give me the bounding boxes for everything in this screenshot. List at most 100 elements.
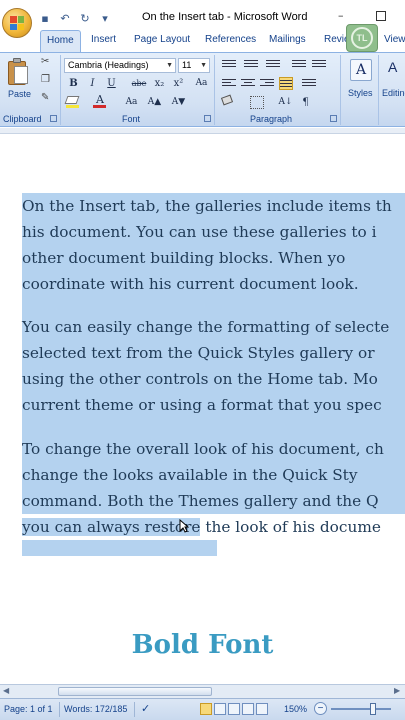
subscript-button[interactable]: x₂ (152, 76, 167, 91)
ribbon-tabs: Home Insert Page Layout References Maili… (0, 30, 405, 52)
paragraph-launcher-icon[interactable] (330, 115, 337, 122)
paste-button[interactable]: Paste (8, 89, 31, 99)
ribbon: Paste ✂ ❐ ✎ Clipboard Cambria (Headings)… (0, 52, 405, 127)
text-line: his document. You can use these gallerie… (22, 223, 377, 241)
tab-insert[interactable]: Insert (91, 34, 116, 45)
editing-button[interactable]: Editing (382, 88, 405, 98)
decrease-indent-icon[interactable] (292, 58, 306, 71)
text-line: change the looks available in the Quick … (22, 462, 405, 488)
channel-logo-initials: TL (351, 27, 373, 49)
page-count[interactable]: Page: 1 of 1 (4, 704, 53, 714)
document-page[interactable]: On the Insert tab, the galleries include… (0, 134, 405, 684)
tab-view[interactable]: View (384, 34, 405, 45)
italic-button[interactable]: I (85, 76, 100, 91)
text-line: coordinate with his current document loo… (22, 275, 359, 293)
zoom-level[interactable]: 150% (284, 704, 307, 714)
redo-icon[interactable]: ↻ (78, 12, 92, 26)
tab-references[interactable]: References (205, 34, 256, 45)
selection-gap (22, 418, 405, 436)
customize-toolbar-icon[interactable]: ▾ (98, 12, 112, 26)
align-left-icon[interactable] (222, 77, 236, 90)
increase-indent-icon[interactable] (312, 58, 326, 71)
window-title: On the Insert tab - Microsoft Word (142, 11, 308, 23)
multilevel-list-icon[interactable] (266, 58, 280, 71)
text-line: selected text from the Quick Styles gall… (22, 344, 375, 362)
cut-icon[interactable]: ✂ (41, 56, 49, 67)
styles-button[interactable]: Styles (348, 88, 373, 98)
horizontal-scrollbar[interactable]: ◀ ▶ (0, 684, 405, 698)
web-layout-icon[interactable] (228, 703, 240, 715)
numbering-icon[interactable] (244, 58, 258, 71)
font-color-icon[interactable]: A (93, 94, 107, 108)
superscript-button[interactable]: x² (171, 76, 186, 91)
borders-icon[interactable] (250, 96, 264, 109)
find-icon[interactable]: A (388, 59, 405, 81)
tab-mailings[interactable]: Mailings (269, 34, 306, 45)
shrink-font-button[interactable]: A▼ (171, 95, 186, 110)
highlight-color-bar (66, 105, 79, 108)
show-marks-button[interactable]: ¶ (298, 95, 313, 110)
justify-icon[interactable] (279, 77, 293, 90)
draft-icon[interactable] (256, 703, 268, 715)
title-bar: ▪ ↶ ↻ ▾ On the Insert tab - Microsoft Wo… (0, 0, 405, 38)
grow-font-button[interactable]: A▲ (147, 95, 162, 110)
format-painter-icon[interactable]: ✎ (41, 92, 49, 103)
zoom-slider[interactable] (331, 708, 391, 710)
bold-button[interactable]: B (66, 76, 81, 91)
selection-gap (22, 297, 405, 314)
shading-icon[interactable] (220, 94, 236, 109)
font-size-box[interactable]: 11 ▼ (178, 58, 210, 73)
selection-tail (22, 540, 217, 556)
paragraph-3[interactable]: To change the overall look of his docume… (22, 436, 405, 540)
full-screen-reading-icon[interactable] (214, 703, 226, 715)
proofing-icon[interactable]: ✓ (141, 702, 150, 715)
copy-icon[interactable]: ❐ (41, 74, 50, 85)
underline-button[interactable]: U (104, 76, 119, 91)
sort-button[interactable]: A↓ (278, 95, 293, 110)
align-right-icon[interactable] (260, 77, 274, 90)
print-layout-icon[interactable] (200, 703, 212, 715)
channel-logo: TL (346, 24, 378, 52)
paste-icon[interactable] (8, 58, 30, 86)
font-size-value: 11 (182, 60, 192, 70)
font-name-box[interactable]: Cambria (Headings) ▼ (64, 58, 176, 73)
chevron-down-icon: ▼ (200, 62, 207, 69)
quick-access-toolbar: ▪ ↶ ↻ ▾ (38, 12, 112, 26)
zoom-out-button[interactable]: − (314, 702, 327, 715)
font-launcher-icon[interactable] (204, 115, 211, 122)
strikethrough-button[interactable]: abe (130, 76, 148, 91)
text-line: other document building blocks. When yo (22, 249, 346, 267)
office-button[interactable] (2, 8, 32, 38)
word-count[interactable]: Words: 172/185 (64, 704, 127, 714)
styles-icon[interactable]: A (350, 59, 372, 81)
text-line: current theme or using a format that you… (22, 396, 382, 414)
outline-icon[interactable] (242, 703, 254, 715)
font-group-label: Font (122, 114, 141, 124)
highlight-icon[interactable] (64, 96, 80, 109)
paragraph-1[interactable]: On the Insert tab, the galleries include… (22, 193, 405, 297)
text-line: command. Both the Themes gallery and the… (22, 488, 405, 514)
text-line: You can easily change the formatting of … (22, 318, 390, 336)
tab-page-layout[interactable]: Page Layout (134, 34, 190, 45)
paragraph-2[interactable]: You can easily change the formatting of … (22, 314, 405, 418)
minimize-button[interactable]: – (338, 9, 344, 22)
undo-icon[interactable]: ↶ (58, 12, 72, 26)
maximize-button[interactable] (376, 11, 386, 21)
clipboard-launcher-icon[interactable] (50, 115, 57, 122)
save-icon[interactable]: ▪ (38, 12, 52, 26)
clear-formatting-button[interactable]: Aa (194, 76, 209, 91)
tab-home[interactable]: Home (40, 30, 81, 52)
bullets-icon[interactable] (222, 58, 236, 71)
status-bar: Page: 1 of 1 Words: 172/185 ✓ 150% − (0, 698, 405, 720)
change-case-button[interactable]: Aa (124, 95, 139, 110)
zoom-slider-thumb[interactable] (370, 703, 376, 715)
scroll-thumb[interactable] (58, 687, 212, 696)
paragraph-group-label: Paragraph (250, 114, 293, 124)
line-spacing-icon[interactable] (302, 77, 316, 90)
text-line: using the other controls on the Home tab… (22, 370, 378, 388)
text-line: On the Insert tab, the galleries include… (22, 197, 392, 215)
scroll-right-icon[interactable]: ▶ (394, 686, 400, 695)
scroll-left-icon[interactable]: ◀ (3, 686, 9, 695)
clipboard-group-label: Clipboard (3, 114, 42, 124)
align-center-icon[interactable] (241, 77, 255, 90)
